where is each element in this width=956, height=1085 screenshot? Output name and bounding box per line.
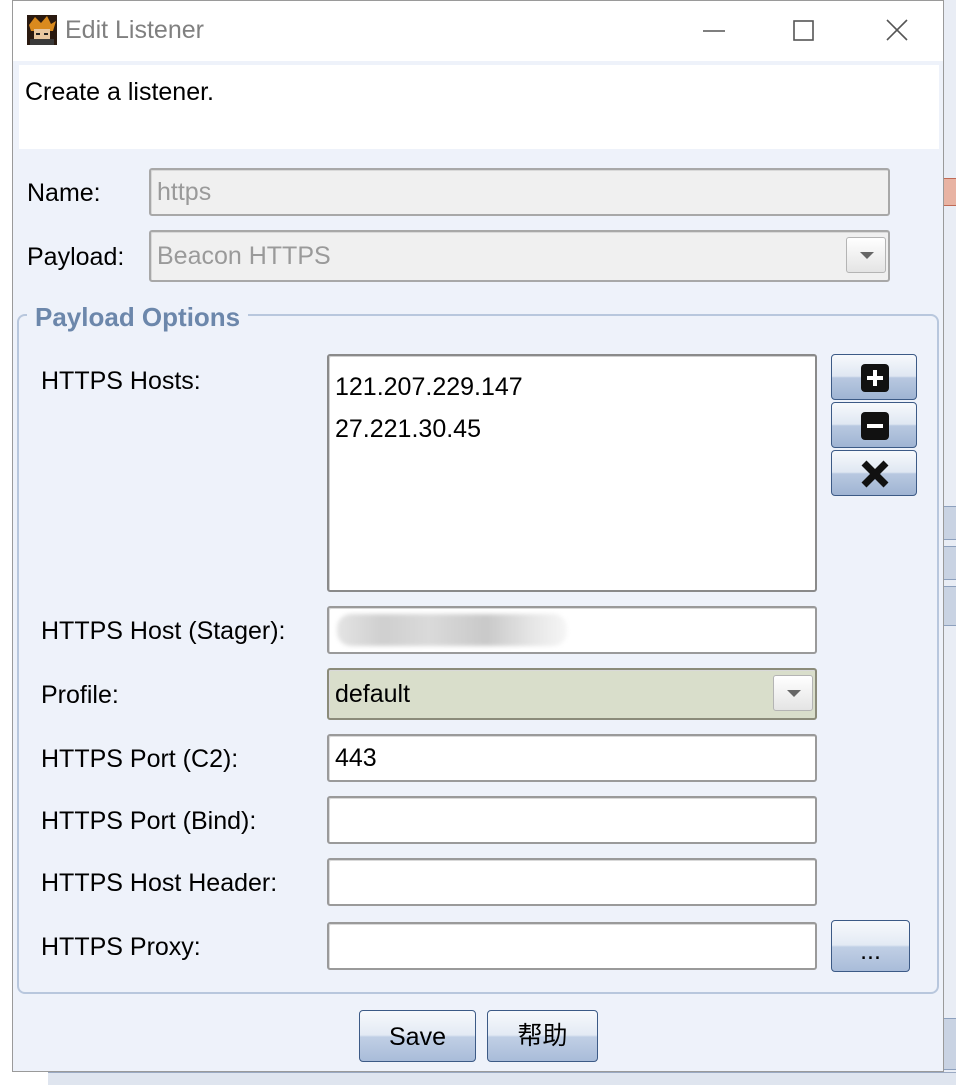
x-icon	[861, 460, 889, 488]
minimize-button[interactable]	[693, 11, 733, 51]
plus-icon	[861, 364, 889, 392]
https-port-c2-label: HTTPS Port (C2):	[41, 745, 239, 773]
maximize-icon	[793, 20, 814, 41]
https-port-c2-field[interactable]: 443	[327, 734, 817, 782]
chevron-down-icon	[787, 690, 801, 697]
list-item[interactable]: 27.221.30.45	[335, 408, 809, 450]
payload-dropdown-button[interactable]	[846, 237, 886, 273]
https-port-bind-label: HTTPS Port (Bind):	[41, 807, 257, 835]
https-proxy-field[interactable]	[327, 922, 817, 970]
help-button[interactable]: 帮助	[487, 1010, 598, 1062]
maximize-button[interactable]	[783, 11, 823, 51]
app-icon	[27, 15, 57, 45]
remove-host-button[interactable]	[831, 402, 917, 448]
https-host-header-field[interactable]	[327, 858, 817, 906]
edit-listener-dialog: Edit Listener Create a listener. Name: h…	[12, 0, 944, 1072]
profile-select[interactable]: default	[327, 668, 817, 720]
name-field[interactable]: https	[149, 168, 890, 216]
background-app-edge	[944, 0, 956, 1084]
https-proxy-label: HTTPS Proxy:	[41, 933, 201, 961]
window-title: Edit Listener	[65, 16, 204, 44]
https-host-stager-field[interactable]	[327, 606, 817, 654]
redacted-value	[337, 614, 567, 646]
profile-select-value: default	[335, 680, 411, 708]
close-icon	[886, 19, 908, 41]
https-host-stager-label: HTTPS Host (Stager):	[41, 617, 286, 645]
add-host-button[interactable]	[831, 354, 917, 400]
https-hosts-list[interactable]: 121.207.229.147 27.221.30.45	[327, 354, 817, 592]
dialog-description: Create a listener.	[19, 65, 939, 149]
chevron-down-icon	[860, 252, 874, 259]
title-bar[interactable]: Edit Listener	[13, 1, 943, 61]
background-app-bottom	[48, 1072, 956, 1085]
list-item[interactable]: 121.207.229.147	[335, 366, 809, 408]
payload-select-value: Beacon HTTPS	[157, 242, 331, 270]
payload-select[interactable]: Beacon HTTPS	[149, 230, 890, 282]
profile-label: Profile:	[41, 681, 119, 709]
payload-label: Payload:	[27, 243, 125, 271]
clear-hosts-button[interactable]	[831, 450, 917, 496]
close-button[interactable]	[876, 11, 916, 51]
minus-icon	[861, 412, 889, 440]
proxy-browse-button[interactable]: ...	[831, 920, 910, 972]
profile-dropdown-button[interactable]	[773, 675, 813, 711]
save-button[interactable]: Save	[359, 1010, 476, 1062]
https-host-header-label: HTTPS Host Header:	[41, 869, 278, 897]
minimize-icon	[703, 30, 725, 32]
https-hosts-label: HTTPS Hosts:	[41, 367, 201, 395]
payload-options-title: Payload Options	[27, 302, 249, 332]
name-label: Name:	[27, 179, 101, 207]
https-port-bind-field[interactable]	[327, 796, 817, 844]
